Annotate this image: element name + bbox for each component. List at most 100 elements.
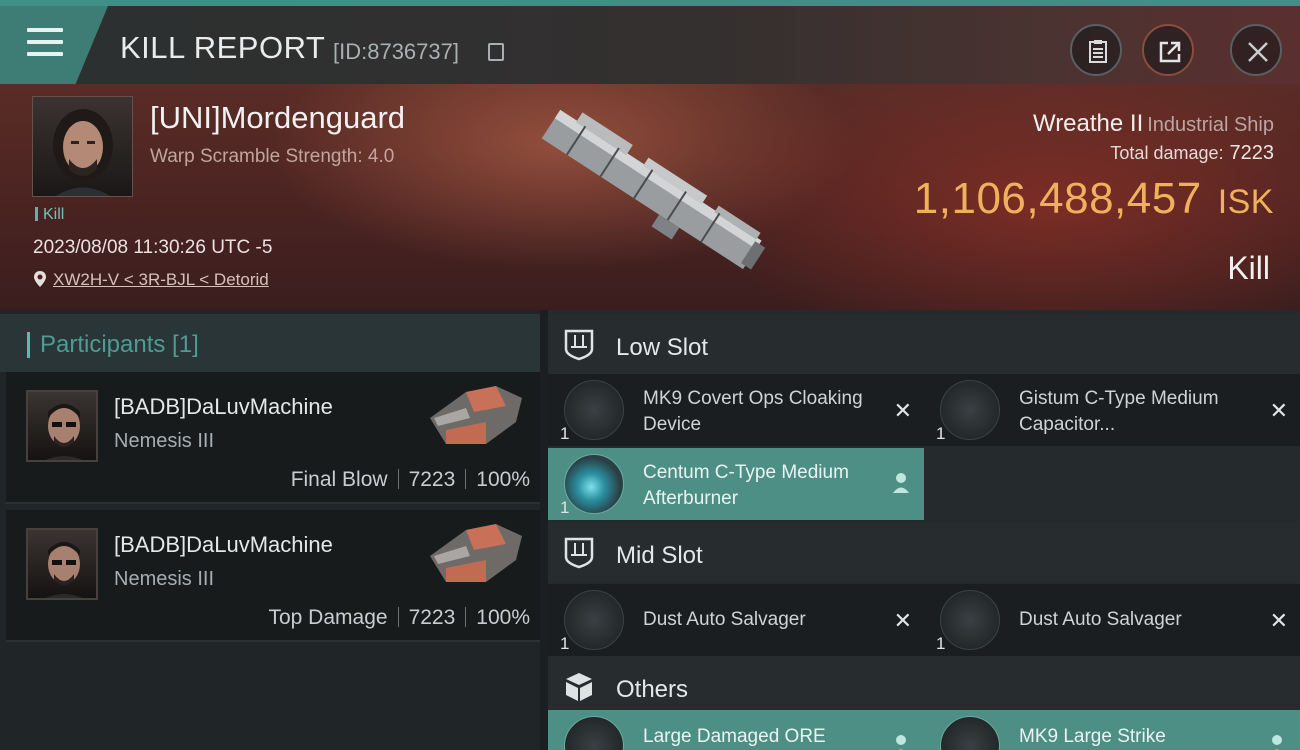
mid-slot-header: Mid Slot bbox=[548, 522, 1300, 582]
shield-slot-icon bbox=[564, 537, 594, 569]
menu-button[interactable] bbox=[0, 6, 108, 84]
destroyed-x-icon: ✕ bbox=[1269, 398, 1288, 423]
destroyed-x-icon: ✕ bbox=[893, 608, 912, 633]
participant-row[interactable]: [BADB]DaLuvMachine Nemesis III Final Blo… bbox=[6, 372, 540, 504]
isk-amount: 1,106,488,457 bbox=[913, 174, 1202, 223]
mid-slot-title: Mid Slot bbox=[616, 542, 703, 569]
module-name: MK9 Covert Ops Cloaking Device bbox=[643, 388, 863, 435]
participant-ship-image bbox=[430, 386, 522, 444]
module-name: Centum C-Type Medium Afterburner bbox=[643, 462, 849, 509]
close-button[interactable] bbox=[1230, 24, 1282, 76]
dropped-person-icon bbox=[896, 735, 906, 750]
participant-damage: 7223 bbox=[408, 468, 456, 491]
participants-panel: Participants [1] [BADB]DaLuvMachine Neme… bbox=[0, 310, 540, 750]
others-title: Others bbox=[616, 676, 689, 703]
hamburger-icon bbox=[27, 28, 63, 64]
module-quantity: 1 bbox=[560, 498, 570, 517]
module-name: Dust Auto Salvager bbox=[643, 609, 806, 630]
kill-tag: Kill bbox=[35, 206, 64, 224]
module-item[interactable]: 1 Gistum C-Type Medium Capacitor... ✕ bbox=[924, 374, 1300, 446]
victim-ship-name[interactable]: Wreathe II Industrial Ship bbox=[1033, 110, 1274, 138]
participant-percent: 100% bbox=[476, 606, 530, 629]
clipboard-icon bbox=[1089, 40, 1107, 63]
participant-ship: Nemesis III bbox=[114, 430, 215, 452]
divider bbox=[397, 607, 399, 627]
kill-location[interactable]: XW2H-V < 3R-BJL < Detorid bbox=[33, 270, 269, 290]
participants-header: Participants [1] bbox=[0, 314, 540, 372]
strike-item-icon bbox=[940, 716, 1000, 750]
module-quantity: 1 bbox=[560, 634, 570, 653]
participant-ship-image bbox=[430, 524, 522, 582]
portrait-image bbox=[53, 109, 113, 196]
share-icon bbox=[1159, 41, 1181, 63]
low-slot-title: Low Slot bbox=[616, 334, 709, 361]
module-name: Large Damaged ORE bbox=[643, 726, 826, 747]
cloaking-device-icon bbox=[564, 380, 624, 440]
victim-ship-image bbox=[541, 109, 766, 270]
salvager-icon bbox=[564, 590, 624, 650]
location-pin-icon bbox=[34, 271, 46, 287]
afterburner-icon bbox=[564, 454, 624, 514]
victim-avatar[interactable] bbox=[32, 96, 133, 197]
participant-ship: Nemesis III bbox=[114, 568, 215, 590]
participant-role: Final Blow bbox=[290, 468, 388, 491]
module-item[interactable]: MK9 Large Strike bbox=[924, 710, 1300, 750]
salvager-icon bbox=[940, 590, 1000, 650]
participant-name[interactable]: [BADB]DaLuvMachine bbox=[114, 532, 333, 558]
portrait-image bbox=[45, 542, 83, 598]
divider bbox=[465, 607, 467, 627]
participant-percent: 100% bbox=[476, 468, 530, 491]
destroyed-x-icon: ✕ bbox=[893, 398, 912, 423]
participant-stats: Final Blow 7223 100% bbox=[291, 468, 530, 492]
module-item[interactable]: Large Damaged ORE bbox=[548, 710, 924, 750]
participant-row[interactable]: [BADB]DaLuvMachine Nemesis III Top Damag… bbox=[6, 510, 540, 642]
ship-name: Wreathe II bbox=[1032, 110, 1144, 137]
module-name: Dust Auto Salvager bbox=[1019, 609, 1182, 630]
total-damage-label: Total damage: bbox=[1110, 143, 1224, 163]
isk-unit: ISK bbox=[1217, 183, 1274, 221]
victim-subtitle: Warp Scramble Strength: 4.0 bbox=[150, 146, 395, 167]
participant-stats: Top Damage 7223 100% bbox=[268, 606, 530, 630]
victim-name[interactable]: [UNI]Mordenguard bbox=[150, 100, 405, 136]
total-damage-value: 7223 bbox=[1229, 142, 1275, 164]
title-bar: KILL REPORT [ID:8736737] bbox=[0, 0, 1300, 84]
dropped-person-icon bbox=[893, 473, 909, 493]
fitting-panel: Low Slot 1 MK9 Covert Ops Cloaking Devic… bbox=[548, 310, 1300, 750]
close-icon bbox=[1248, 42, 1268, 62]
participant-role: Top Damage bbox=[268, 606, 388, 629]
participant-damage: 7223 bbox=[408, 606, 456, 629]
participant-avatar[interactable] bbox=[26, 390, 98, 462]
kill-result: Kill bbox=[1227, 250, 1270, 286]
clipboard-button[interactable] bbox=[1070, 24, 1122, 76]
report-id: [ID:8736737] bbox=[333, 39, 459, 64]
divider bbox=[465, 469, 467, 489]
module-item[interactable]: 1 Centum C-Type Medium Afterburner bbox=[548, 448, 924, 520]
isk-value: 1,106,488,457 ISK bbox=[914, 174, 1274, 224]
kill-datetime: 2023/08/08 11:30:26 UTC -5 bbox=[33, 237, 273, 258]
portrait-image bbox=[45, 404, 83, 460]
total-damage: Total damage: 7223 bbox=[1110, 142, 1274, 165]
module-quantity: 1 bbox=[936, 424, 946, 443]
module-item[interactable]: 1 Dust Auto Salvager ✕ bbox=[924, 584, 1300, 656]
participant-avatar[interactable] bbox=[26, 528, 98, 600]
module-item[interactable]: 1 MK9 Covert Ops Cloaking Device ✕ bbox=[548, 374, 924, 446]
module-name: Gistum C-Type Medium Capacitor... bbox=[1019, 388, 1219, 435]
victim-banner: [UNI]Mordenguard Warp Scramble Strength:… bbox=[0, 84, 1300, 310]
cargo-box-icon bbox=[566, 673, 592, 701]
divider bbox=[397, 469, 399, 489]
participant-name[interactable]: [BADB]DaLuvMachine bbox=[114, 394, 333, 420]
participants-title: Participants [1] bbox=[40, 331, 199, 358]
header-accent bbox=[27, 332, 30, 358]
module-quantity: 1 bbox=[560, 424, 570, 443]
module-item[interactable]: 1 Dust Auto Salvager ✕ bbox=[548, 584, 924, 656]
copy-icon[interactable] bbox=[488, 43, 504, 61]
share-button[interactable] bbox=[1142, 24, 1194, 76]
ship-class: Industrial Ship bbox=[1147, 114, 1274, 136]
capacitor-icon bbox=[940, 380, 1000, 440]
module-quantity: 1 bbox=[936, 634, 946, 653]
others-header: Others bbox=[548, 656, 1300, 716]
location-link[interactable]: XW2H-V < 3R-BJL < Detorid bbox=[53, 270, 269, 289]
low-slot-header: Low Slot bbox=[548, 314, 1300, 374]
module-name: MK9 Large Strike bbox=[1019, 726, 1166, 747]
shield-slot-icon bbox=[564, 329, 594, 361]
